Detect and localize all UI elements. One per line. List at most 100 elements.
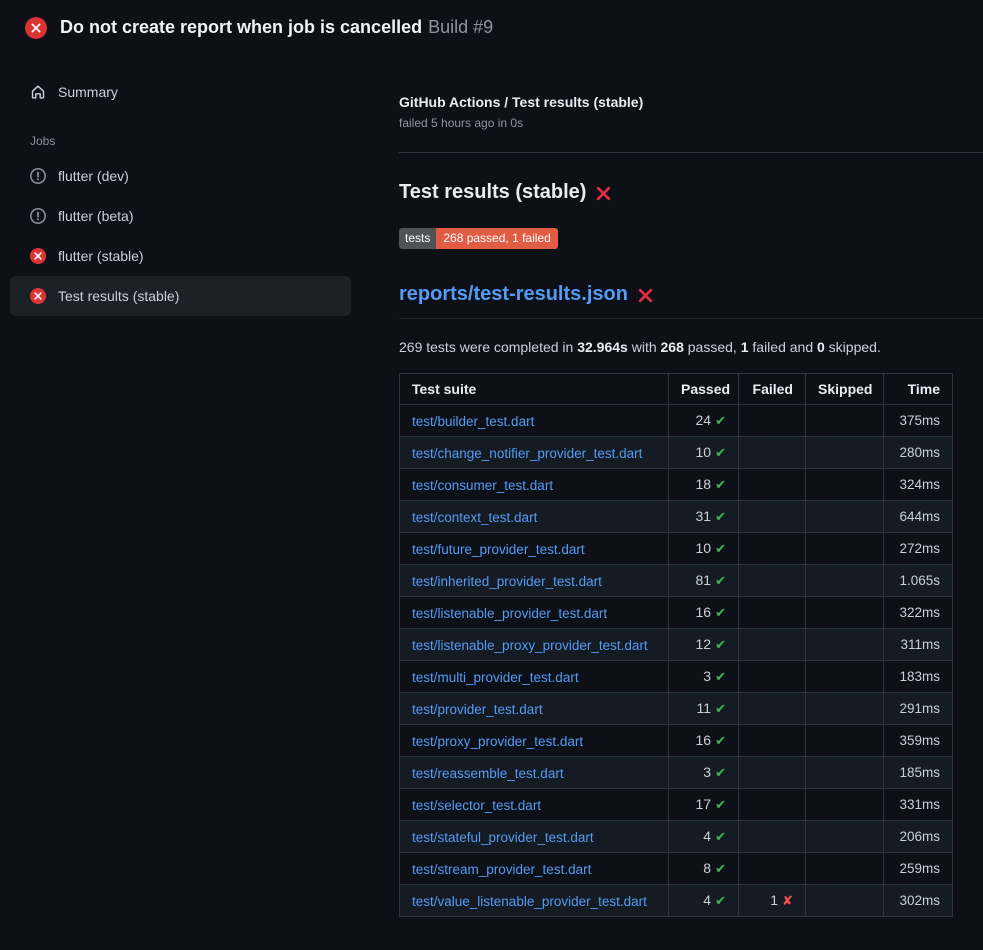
x-circle-icon — [30, 248, 46, 264]
col-header-suite: Test suite — [400, 374, 669, 405]
test-suite-link[interactable]: test/consumer_test.dart — [412, 478, 553, 493]
sidebar-item-test-results-stable[interactable]: Test results (stable) — [10, 276, 351, 316]
jobs-list: flutter (dev)flutter (beta)flutter (stab… — [10, 156, 351, 316]
suite-cell: test/proxy_provider_test.dart — [400, 725, 669, 757]
check-icon: ✔ — [715, 605, 726, 620]
sidebar-item-flutter-stable[interactable]: flutter (stable) — [10, 236, 351, 276]
failed-cell: 1✘ — [739, 885, 806, 917]
test-suite-link[interactable]: test/context_test.dart — [412, 510, 537, 525]
test-suite-link[interactable]: test/multi_provider_test.dart — [412, 670, 579, 685]
suite-cell: test/builder_test.dart — [400, 405, 669, 437]
test-suite-link[interactable]: test/value_listenable_provider_test.dart — [412, 894, 647, 909]
test-suite-row: test/listenable_proxy_provider_test.dart… — [400, 629, 953, 661]
time-cell: 291ms — [884, 693, 953, 725]
suite-cell: test/stateful_provider_test.dart — [400, 821, 669, 853]
passed-cell: 4✔ — [669, 885, 739, 917]
skipped-cell — [806, 789, 884, 821]
check-icon: ✔ — [715, 477, 726, 492]
passed-cell: 10✔ — [669, 437, 739, 469]
skipped-cell — [806, 853, 884, 885]
failed-cell — [739, 725, 806, 757]
test-suite-row: test/proxy_provider_test.dart16✔359ms — [400, 725, 953, 757]
suite-cell: test/reassemble_test.dart — [400, 757, 669, 789]
sidebar-item-flutter-dev[interactable]: flutter (dev) — [10, 156, 351, 196]
skipped-cell — [806, 405, 884, 437]
test-suite-row: test/builder_test.dart24✔375ms — [400, 405, 953, 437]
test-suite-link[interactable]: test/selector_test.dart — [412, 798, 541, 813]
failed-x-icon — [595, 185, 612, 202]
failed-x-icon — [637, 287, 654, 304]
badge-label: tests — [399, 228, 436, 249]
col-header-time: Time — [884, 374, 953, 405]
suite-cell: test/future_provider_test.dart — [400, 533, 669, 565]
check-icon: ✔ — [715, 861, 726, 876]
check-icon: ✔ — [715, 893, 726, 908]
time-cell: 185ms — [884, 757, 953, 789]
skipped-cell — [806, 885, 884, 917]
check-icon: ✔ — [715, 413, 726, 428]
run-meta: failed 5 hours ago in 0s — [399, 116, 952, 130]
run-build-number: Build #9 — [428, 17, 493, 37]
test-suite-row: test/reassemble_test.dart3✔185ms — [400, 757, 953, 789]
x-circle-icon — [30, 288, 46, 304]
failed-cell — [739, 629, 806, 661]
test-suite-link[interactable]: test/inherited_provider_test.dart — [412, 574, 602, 589]
check-icon: ✔ — [715, 573, 726, 588]
skipped-cell — [806, 437, 884, 469]
test-suite-link[interactable]: test/listenable_provider_test.dart — [412, 606, 607, 621]
skipped-cell — [806, 757, 884, 789]
passed-cell: 10✔ — [669, 533, 739, 565]
suite-cell: test/listenable_provider_test.dart — [400, 597, 669, 629]
skipped-cell — [806, 565, 884, 597]
job-label: Test results (stable) — [58, 288, 179, 304]
failed-cell — [739, 821, 806, 853]
table-header-row: Test suitePassedFailedSkippedTime — [400, 374, 953, 405]
results-summary-text: 269 tests were completed in 32.964s with… — [399, 339, 952, 355]
passed-cell: 24✔ — [669, 405, 739, 437]
check-icon: ✔ — [715, 765, 726, 780]
test-suite-row: test/consumer_test.dart18✔324ms — [400, 469, 953, 501]
failed-cell — [739, 853, 806, 885]
sidebar-item-summary[interactable]: Summary — [10, 72, 351, 112]
page-title: Do not create report when job is cancell… — [60, 17, 493, 39]
suite-cell: test/provider_test.dart — [400, 693, 669, 725]
test-suite-link[interactable]: test/reassemble_test.dart — [412, 766, 564, 781]
check-icon: ✔ — [715, 541, 726, 556]
test-suite-row: test/inherited_provider_test.dart81✔1.06… — [400, 565, 953, 597]
test-suite-link[interactable]: test/proxy_provider_test.dart — [412, 734, 583, 749]
suite-cell: test/inherited_provider_test.dart — [400, 565, 669, 597]
suite-cell: test/selector_test.dart — [400, 789, 669, 821]
main-content: GitHub Actions / Test results (stable) f… — [399, 56, 983, 917]
test-suite-link[interactable]: test/stateful_provider_test.dart — [412, 830, 594, 845]
skipped-cell — [806, 629, 884, 661]
home-icon — [30, 84, 46, 100]
test-suite-link[interactable]: test/provider_test.dart — [412, 702, 543, 717]
passed-cell: 3✔ — [669, 661, 739, 693]
test-suite-row: test/selector_test.dart17✔331ms — [400, 789, 953, 821]
sidebar-item-flutter-beta[interactable]: flutter (beta) — [10, 196, 351, 236]
alert-circle-icon — [30, 168, 46, 184]
time-cell: 331ms — [884, 789, 953, 821]
test-suite-link[interactable]: test/stream_provider_test.dart — [412, 862, 591, 877]
report-heading: reports/test-results.json — [399, 283, 983, 319]
test-suite-row: test/future_provider_test.dart10✔272ms — [400, 533, 953, 565]
test-suite-link[interactable]: test/builder_test.dart — [412, 414, 534, 429]
test-suite-link[interactable]: test/change_notifier_provider_test.dart — [412, 446, 642, 461]
col-header-passed: Passed — [669, 374, 739, 405]
sidebar: Summary Jobs flutter (dev)flutter (beta)… — [0, 56, 399, 316]
skipped-cell — [806, 501, 884, 533]
check-icon: ✔ — [715, 829, 726, 844]
test-suite-row: test/provider_test.dart11✔291ms — [400, 693, 953, 725]
alert-circle-icon — [30, 208, 46, 224]
badge-value: 268 passed, 1 failed — [436, 228, 557, 249]
test-suite-row: test/change_notifier_provider_test.dart 1… — [400, 437, 953, 469]
suite-cell: test/context_test.dart — [400, 501, 669, 533]
skipped-cell — [806, 597, 884, 629]
test-suite-link[interactable]: test/listenable_proxy_provider_test.dart — [412, 638, 648, 653]
run-header: Do not create report when job is cancell… — [0, 0, 983, 56]
check-icon: ✔ — [715, 701, 726, 716]
failed-cell — [739, 757, 806, 789]
report-file-link[interactable]: reports/test-results.json — [399, 283, 628, 306]
skipped-cell — [806, 469, 884, 501]
test-suite-link[interactable]: test/future_provider_test.dart — [412, 542, 585, 557]
